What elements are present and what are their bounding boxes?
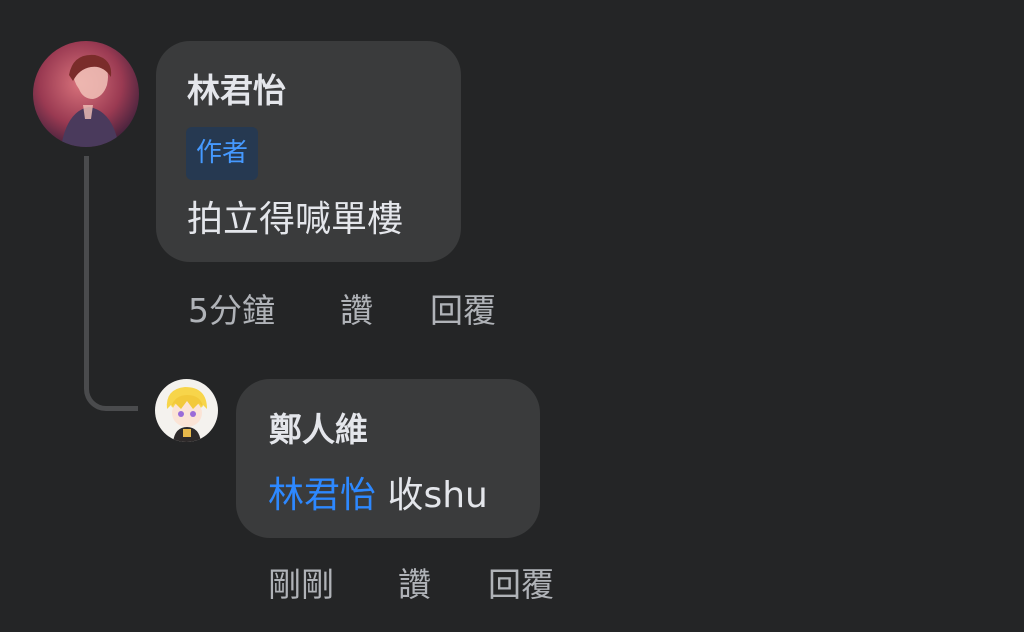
reply-timestamp[interactable]: 剛剛 [268,568,398,601]
like-button[interactable]: 讚 [398,568,488,601]
reply-message: 收shu [376,475,488,516]
reply-author-name[interactable]: 鄭人維 [269,413,368,446]
comment-timestamp[interactable]: 5分鐘 [188,294,340,327]
user-avatar-icon [155,379,218,442]
reply-avatar[interactable] [155,379,218,442]
comment-thread: 林君怡 作者 拍立得喊單樓 5分鐘 讚 回覆 鄭人維 林君怡 收shu 剛剛 讚… [0,0,1024,632]
comment-actions: 5分鐘 讚 回覆 [188,294,496,327]
author-badge: 作者 [186,127,259,180]
user-avatar-icon [33,41,139,147]
commenter-avatar[interactable] [33,41,139,147]
comment-bubble: 林君怡 作者 拍立得喊單樓 [156,41,461,262]
reply-button[interactable]: 回覆 [430,294,496,327]
like-button[interactable]: 讚 [340,294,430,327]
reply-button[interactable]: 回覆 [488,568,554,601]
comment-text: 拍立得喊單樓 [187,199,404,240]
reply-text: 林君怡 收shu [268,478,488,514]
comment-author-name[interactable]: 林君怡 [187,74,286,107]
mention-link[interactable]: 林君怡 [268,475,376,516]
reply-bubble: 鄭人維 林君怡 收shu [236,379,540,538]
thread-connector-line [84,156,138,411]
reply-actions: 剛剛 讚 回覆 [268,568,554,601]
